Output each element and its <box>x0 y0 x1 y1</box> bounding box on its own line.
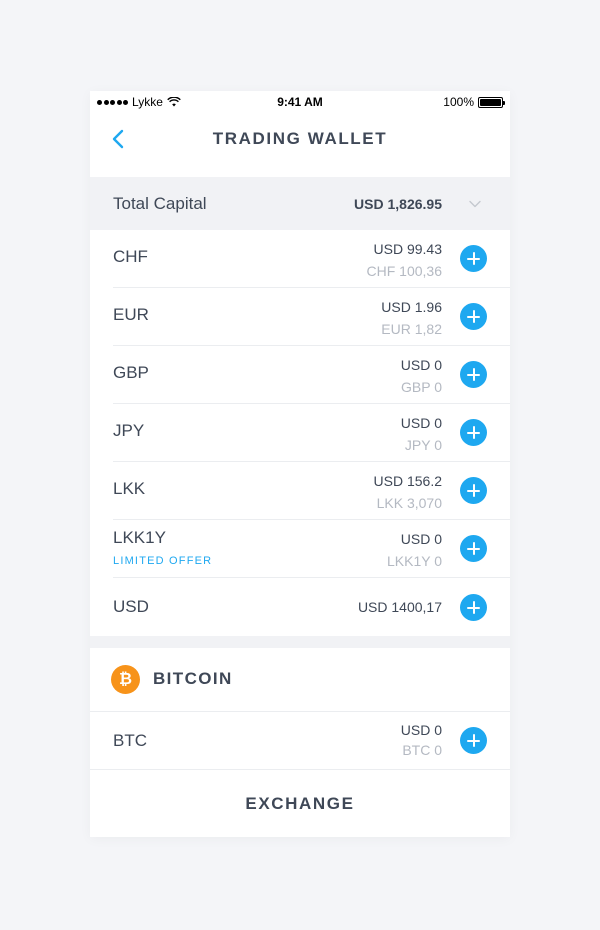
asset-usd-value: USD 0 <box>400 531 442 547</box>
asset-name: LKK <box>113 479 146 498</box>
asset-name: GBP <box>113 363 149 382</box>
asset-local-value: JPY 0 <box>404 437 442 453</box>
add-button[interactable] <box>460 594 487 621</box>
section-separator <box>90 636 510 648</box>
asset-local-value: LKK 3,070 <box>376 495 442 511</box>
bitcoin-icon: ₿ <box>111 665 140 694</box>
footer: EXCHANGE <box>90 769 510 837</box>
total-capital-row[interactable]: Total Capital USD 1,826.95 <box>90 177 510 230</box>
chevron-down-icon[interactable] <box>468 197 482 211</box>
status-bar: Lykke 9:41 AM 100% <box>90 91 510 113</box>
asset-usd-value: USD 0 <box>400 415 442 431</box>
asset-row-jpy[interactable]: JPY USD 0 JPY 0 <box>90 404 510 462</box>
battery-icon <box>478 96 505 108</box>
section-title: BITCOIN <box>153 669 233 688</box>
header: TRADING WALLET <box>90 113 510 177</box>
phone-screen: Lykke 9:41 AM 100% TRADING WALLET Total … <box>90 91 510 837</box>
asset-name: USD <box>113 597 149 616</box>
add-button[interactable] <box>460 419 487 446</box>
add-button[interactable] <box>460 727 487 754</box>
add-button[interactable] <box>460 303 487 330</box>
asset-usd-value: USD 0 <box>400 722 442 738</box>
total-capital-value: USD 1,826.95 <box>354 196 442 212</box>
add-button[interactable] <box>460 361 487 388</box>
add-button[interactable] <box>460 535 487 562</box>
asset-name: EUR <box>113 305 149 324</box>
asset-local-value: BTC 0 <box>402 742 442 758</box>
asset-row-eur[interactable]: EUR USD 1.96 EUR 1,82 <box>90 288 510 346</box>
asset-usd-value: USD 1.96 <box>381 299 442 315</box>
exchange-button[interactable]: EXCHANGE <box>90 770 510 837</box>
status-right: 100% <box>443 95 505 109</box>
limited-offer-label: LIMITED OFFER <box>113 555 213 567</box>
asset-name: JPY <box>113 421 145 440</box>
asset-usd-value: USD 156.2 <box>373 473 442 489</box>
asset-usd-value: USD 0 <box>400 357 442 373</box>
asset-row-chf[interactable]: CHF USD 99.43 CHF 100,36 <box>90 230 510 288</box>
bitcoin-section-header: ₿ BITCOIN <box>90 648 510 712</box>
total-capital-label: Total Capital <box>113 194 207 213</box>
asset-name: BTC <box>113 731 147 750</box>
asset-row-usd[interactable]: USD USD 1400,17 <box>90 578 510 636</box>
asset-usd-value: USD 99.43 <box>373 241 442 257</box>
asset-usd-value: USD 1400,17 <box>357 599 442 615</box>
asset-name: LKK1Y <box>113 528 166 547</box>
asset-row-lkk1y[interactable]: LKK1Y LIMITED OFFER USD 0 LKK1Y 0 <box>90 520 510 578</box>
page-title: TRADING WALLET <box>212 129 388 148</box>
asset-local-value: LKK1Y 0 <box>386 553 442 569</box>
asset-local-value: EUR 1,82 <box>381 321 442 337</box>
add-button[interactable] <box>460 245 487 272</box>
battery-percent: 100% <box>443 95 474 109</box>
asset-row-btc[interactable]: BTC USD 0 BTC 0 <box>90 712 510 770</box>
asset-local-value: CHF 100,36 <box>366 263 442 279</box>
add-button[interactable] <box>460 477 487 504</box>
asset-name: CHF <box>113 247 148 266</box>
asset-row-lkk[interactable]: LKK USD 156.2 LKK 3,070 <box>90 462 510 520</box>
asset-row-gbp[interactable]: GBP USD 0 GBP 0 <box>90 346 510 404</box>
asset-local-value: GBP 0 <box>401 379 442 395</box>
